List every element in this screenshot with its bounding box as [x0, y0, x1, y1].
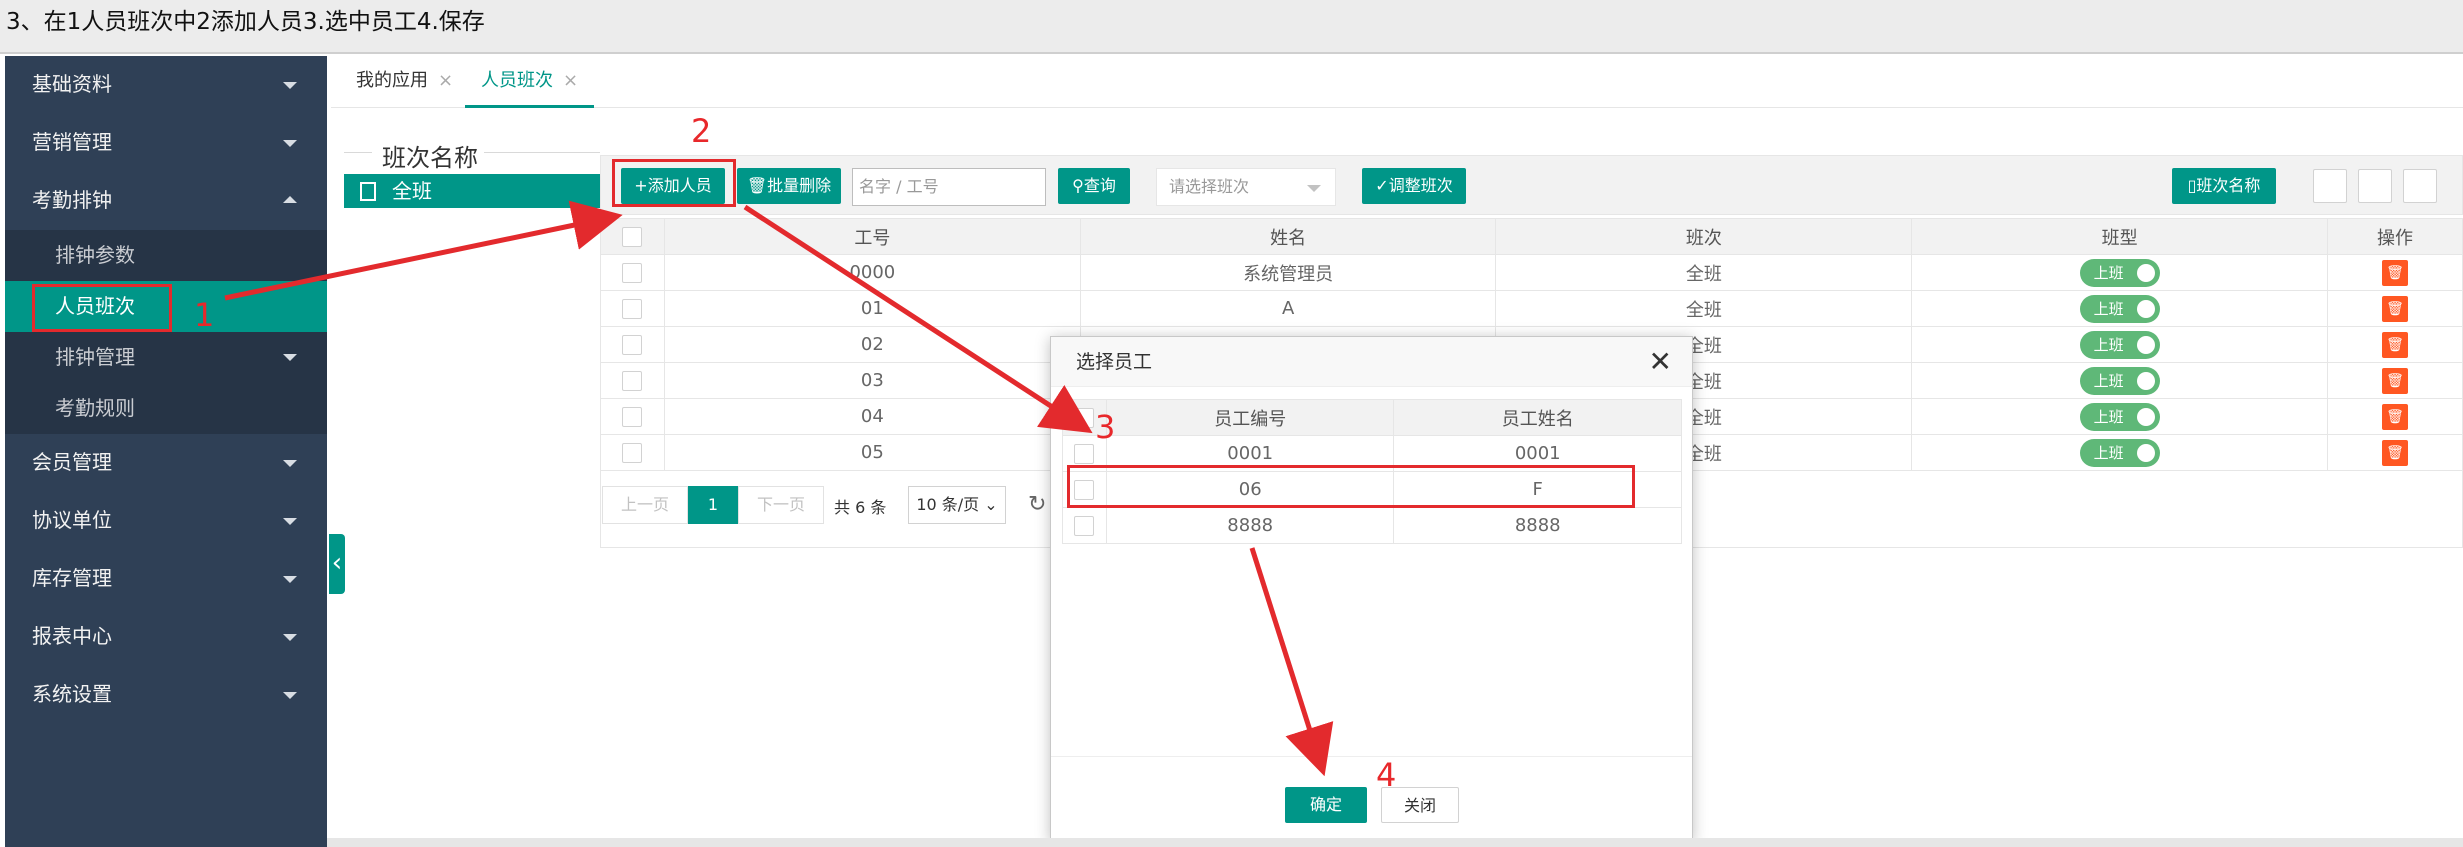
arrow-step2-to-step3 — [743, 204, 1093, 434]
arrow-step1-to-step2 — [224, 200, 623, 301]
arrow-step3-to-step4 — [1249, 547, 1334, 777]
bottom-border — [327, 838, 2463, 847]
annotation-arrows — [224, 200, 1334, 777]
